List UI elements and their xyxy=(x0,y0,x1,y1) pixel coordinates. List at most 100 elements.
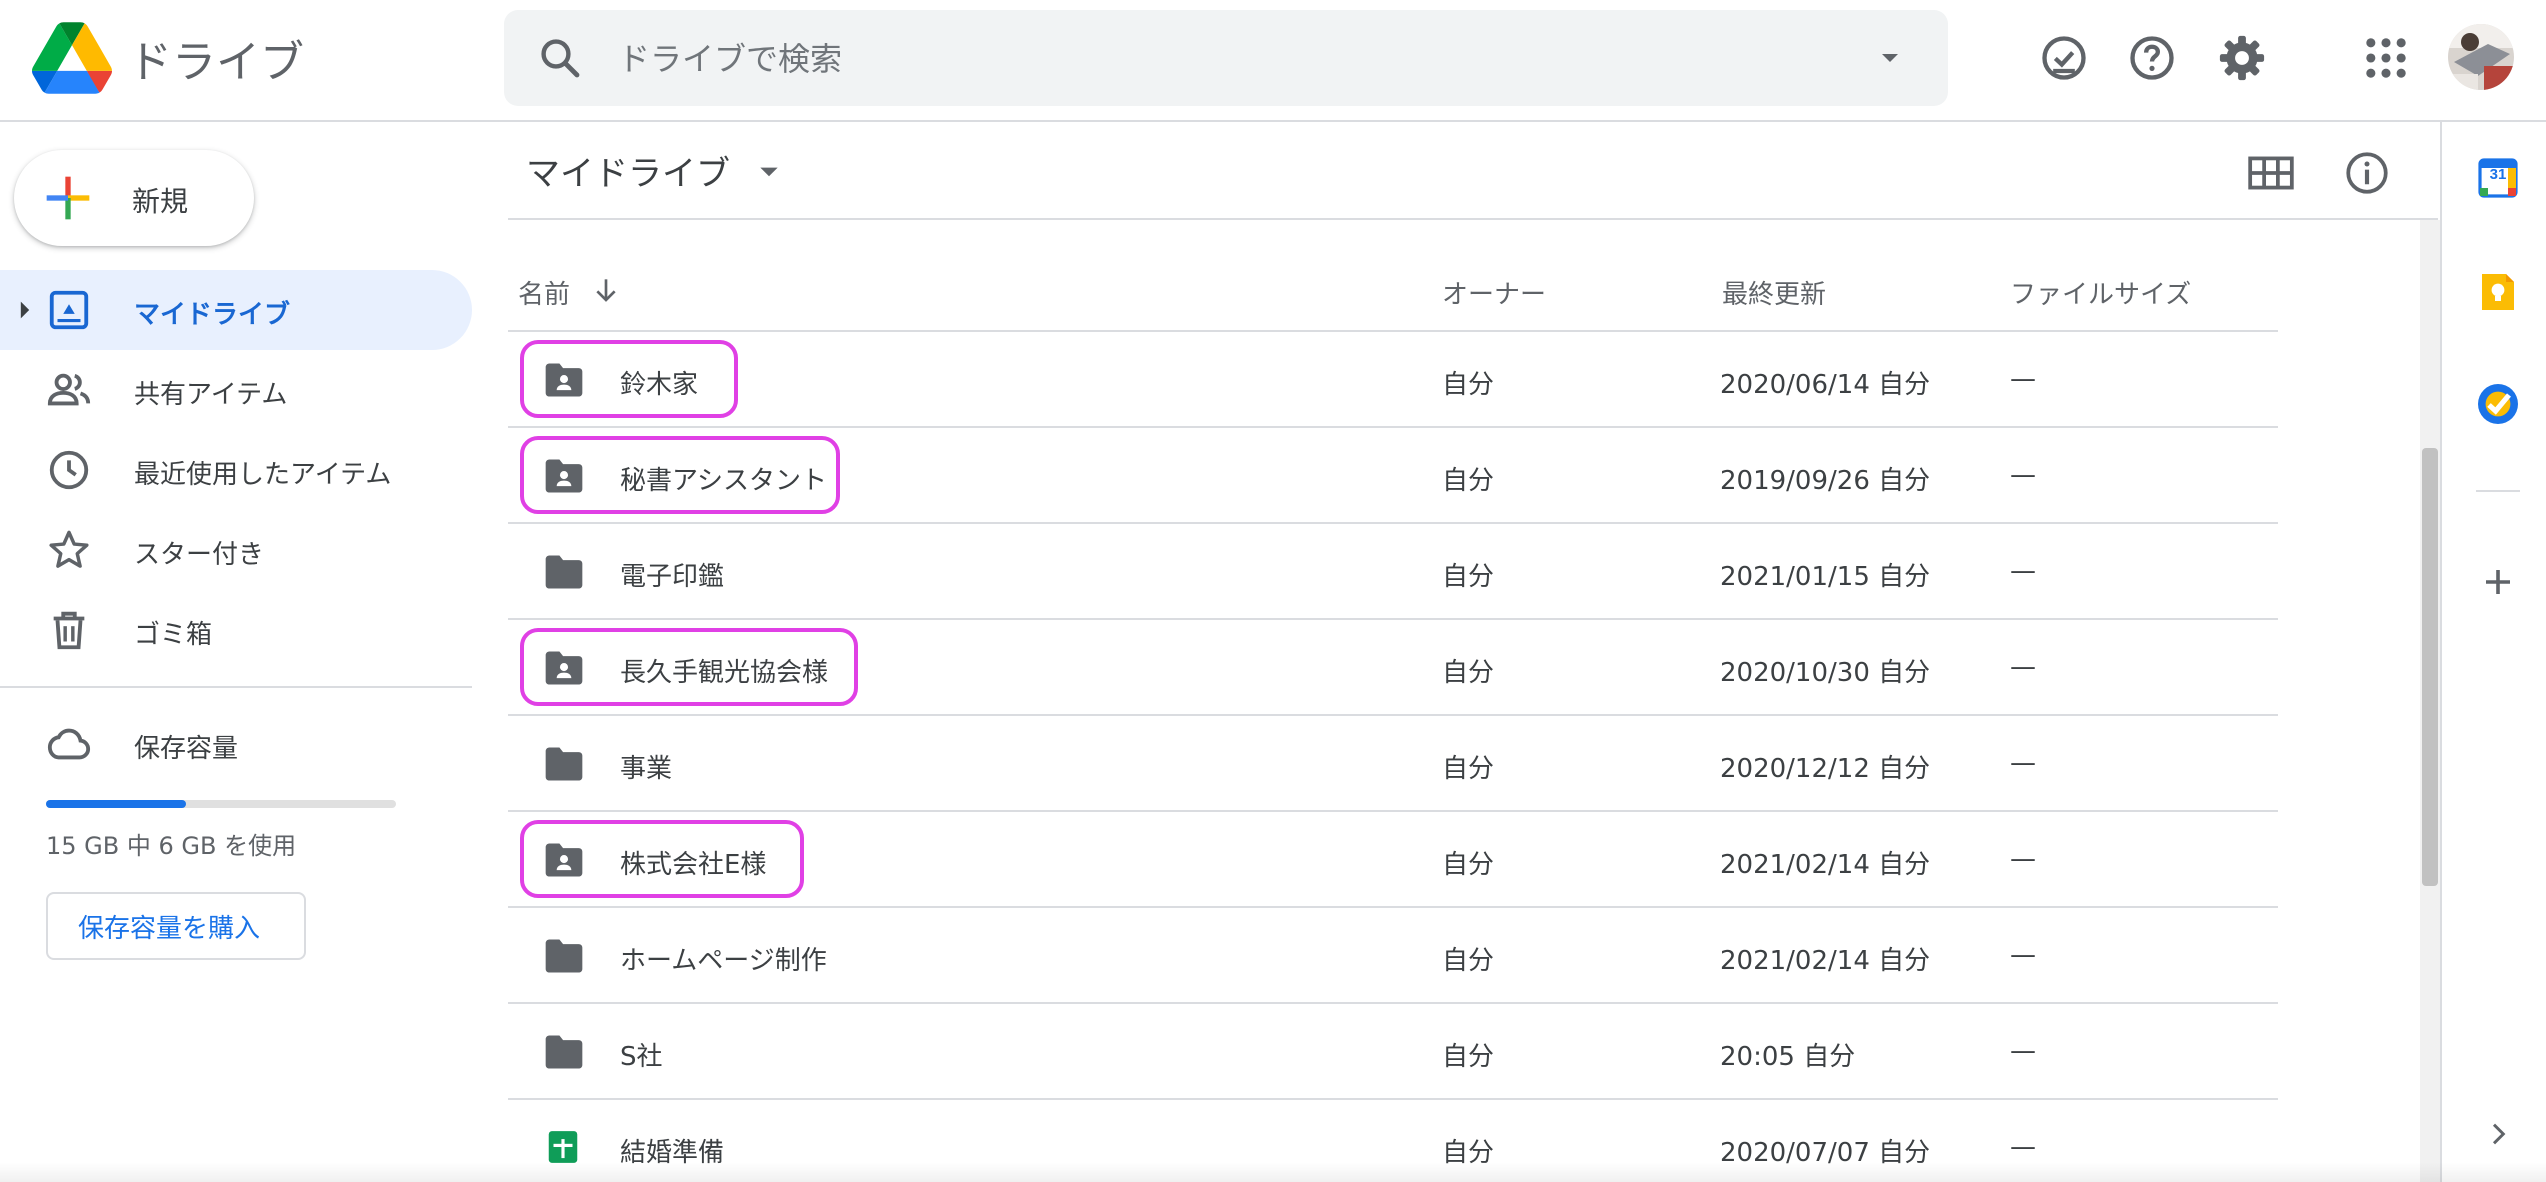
file-modified: 2020/10/30 自分 xyxy=(1720,658,1931,688)
spreadsheet-icon xyxy=(548,1131,578,1163)
sidebar-item-label: 最近使用したアイテム xyxy=(134,460,392,490)
file-size: — xyxy=(2010,844,2036,874)
file-modified: 2019/09/26 自分 xyxy=(1720,466,1931,496)
page-title[interactable]: マイドライブ xyxy=(526,146,730,195)
file-size: — xyxy=(2010,748,2036,778)
file-owner: 自分 xyxy=(1442,754,1495,784)
file-owner: 自分 xyxy=(1442,370,1495,400)
drive-logo-icon[interactable] xyxy=(32,22,112,94)
calendar-day: 31 xyxy=(2489,166,2507,183)
file-size: — xyxy=(2010,556,2036,586)
file-name: 長久手観光協会様 xyxy=(620,658,829,688)
clock-icon xyxy=(49,450,89,490)
trash-icon xyxy=(53,611,85,650)
account-avatar[interactable] xyxy=(2448,24,2514,90)
sidebar-item-label: マイドライブ xyxy=(134,300,291,330)
file-owner: 自分 xyxy=(1442,658,1495,688)
sidebar-item-label: ゴミ箱 xyxy=(134,620,213,650)
file-row[interactable]: ホームページ制作 自分 2021/02/14 自分 — xyxy=(508,908,2278,1004)
app-title[interactable]: ドライブ xyxy=(128,26,304,90)
file-size: — xyxy=(2010,364,2036,394)
info-icon[interactable] xyxy=(2342,148,2392,198)
plus-icon xyxy=(46,176,90,220)
file-owner: 自分 xyxy=(1442,466,1495,496)
apps-grid-icon[interactable] xyxy=(2360,32,2412,84)
sidebar-item-label: 共有アイテム xyxy=(134,380,288,410)
file-size: — xyxy=(2010,652,2036,682)
file-size: — xyxy=(2010,460,2036,490)
grid-view-icon[interactable] xyxy=(2246,148,2296,198)
file-name: 事業 xyxy=(620,754,673,784)
file-row[interactable]: S社 自分 20:05 自分 — xyxy=(508,1004,2278,1100)
file-row[interactable]: 鈴木家 自分 2020/06/14 自分 — xyxy=(508,332,2278,428)
file-modified: 2020/06/14 自分 xyxy=(1720,370,1931,400)
new-button-label: 新規 xyxy=(132,185,189,218)
settings-icon[interactable] xyxy=(2216,32,2268,84)
buy-storage-label: 保存容量を購入 xyxy=(78,914,261,944)
storage-label: 保存容量 xyxy=(134,734,239,764)
search-input[interactable] xyxy=(616,30,1820,88)
column-header-size[interactable]: ファイルサイズ xyxy=(2010,274,2191,311)
column-header-name[interactable]: 名前 xyxy=(518,274,570,311)
shared-people-icon xyxy=(47,373,91,406)
sidebar-item-my-drive[interactable]: マイドライブ xyxy=(0,270,472,350)
folder-icon xyxy=(545,747,583,781)
search-icon[interactable] xyxy=(536,34,584,82)
file-row[interactable]: 電子印鑑 自分 2021/01/15 自分 — xyxy=(508,524,2278,620)
file-modified: 20:05 自分 xyxy=(1720,1042,1856,1072)
offline-ready-icon[interactable] xyxy=(2038,32,2090,84)
expand-caret-icon[interactable] xyxy=(18,300,32,320)
file-row[interactable]: 株式会社E様 自分 2021/02/14 自分 — xyxy=(508,812,2278,908)
file-owner: 自分 xyxy=(1442,850,1495,880)
column-header-owner[interactable]: オーナー xyxy=(1442,274,1546,311)
file-owner: 自分 xyxy=(1442,946,1495,976)
sidebar-item-starred[interactable]: スター付き xyxy=(0,510,472,590)
folder-icon xyxy=(545,939,583,973)
file-row[interactable]: 事業 自分 2020/12/12 自分 — xyxy=(508,716,2278,812)
side-panel-border xyxy=(2440,122,2442,1182)
column-header-modified[interactable]: 最終更新 xyxy=(1722,274,1826,311)
file-owner: 自分 xyxy=(1442,1042,1495,1072)
calendar-icon[interactable]: 31 xyxy=(2474,154,2522,202)
file-size: — xyxy=(2010,1132,2036,1162)
shared-folder-icon xyxy=(545,651,583,685)
sidebar-item-label: スター付き xyxy=(134,540,265,570)
file-name: ホームページ制作 xyxy=(620,946,827,976)
file-modified: 2021/02/14 自分 xyxy=(1720,946,1931,976)
file-name: 秘書アシスタント xyxy=(620,466,827,496)
chevron-down-icon[interactable] xyxy=(756,162,782,184)
file-size: — xyxy=(2010,1036,2036,1066)
toolbar-divider xyxy=(508,218,2438,220)
keep-icon[interactable] xyxy=(2474,268,2522,316)
shared-folder-icon xyxy=(545,363,583,397)
file-name: 鈴木家 xyxy=(620,370,699,400)
sidebar-item-recent[interactable]: 最近使用したアイテム xyxy=(0,430,472,510)
bottom-shadow xyxy=(0,1162,2546,1182)
sidebar-item-shared[interactable]: 共有アイテム xyxy=(0,350,472,430)
storage-usage-text: 15 GB 中 6 GB を使用 xyxy=(46,832,297,860)
search-options-icon[interactable] xyxy=(1874,42,1906,74)
tasks-icon[interactable] xyxy=(2474,380,2522,428)
file-name: S社 xyxy=(620,1042,663,1072)
file-name: 株式会社E様 xyxy=(620,850,767,880)
file-modified: 2021/01/15 自分 xyxy=(1720,562,1931,592)
file-owner: 自分 xyxy=(1442,562,1495,592)
file-row[interactable]: 長久手観光協会様 自分 2020/10/30 自分 — xyxy=(508,620,2278,716)
scrollbar-thumb[interactable] xyxy=(2422,448,2438,886)
cloud-icon xyxy=(47,728,91,760)
file-size: — xyxy=(2010,940,2036,970)
shared-folder-icon xyxy=(545,459,583,493)
file-row[interactable]: 秘書アシスタント 自分 2019/09/26 自分 — xyxy=(508,428,2278,524)
expand-panel-icon[interactable] xyxy=(2482,1118,2514,1150)
folder-icon xyxy=(545,1035,583,1069)
sidebar-item-trash[interactable]: ゴミ箱 xyxy=(0,590,472,670)
my-drive-icon xyxy=(49,290,89,330)
help-icon[interactable] xyxy=(2126,32,2178,84)
sidebar-item-storage[interactable]: 保存容量 xyxy=(0,704,472,784)
add-addon-icon[interactable] xyxy=(2474,558,2522,606)
sort-arrow-down-icon[interactable] xyxy=(590,272,622,308)
file-modified: 2021/02/14 自分 xyxy=(1720,850,1931,880)
folder-icon xyxy=(545,555,583,589)
sidebar-divider xyxy=(0,686,472,688)
star-icon xyxy=(49,530,89,568)
